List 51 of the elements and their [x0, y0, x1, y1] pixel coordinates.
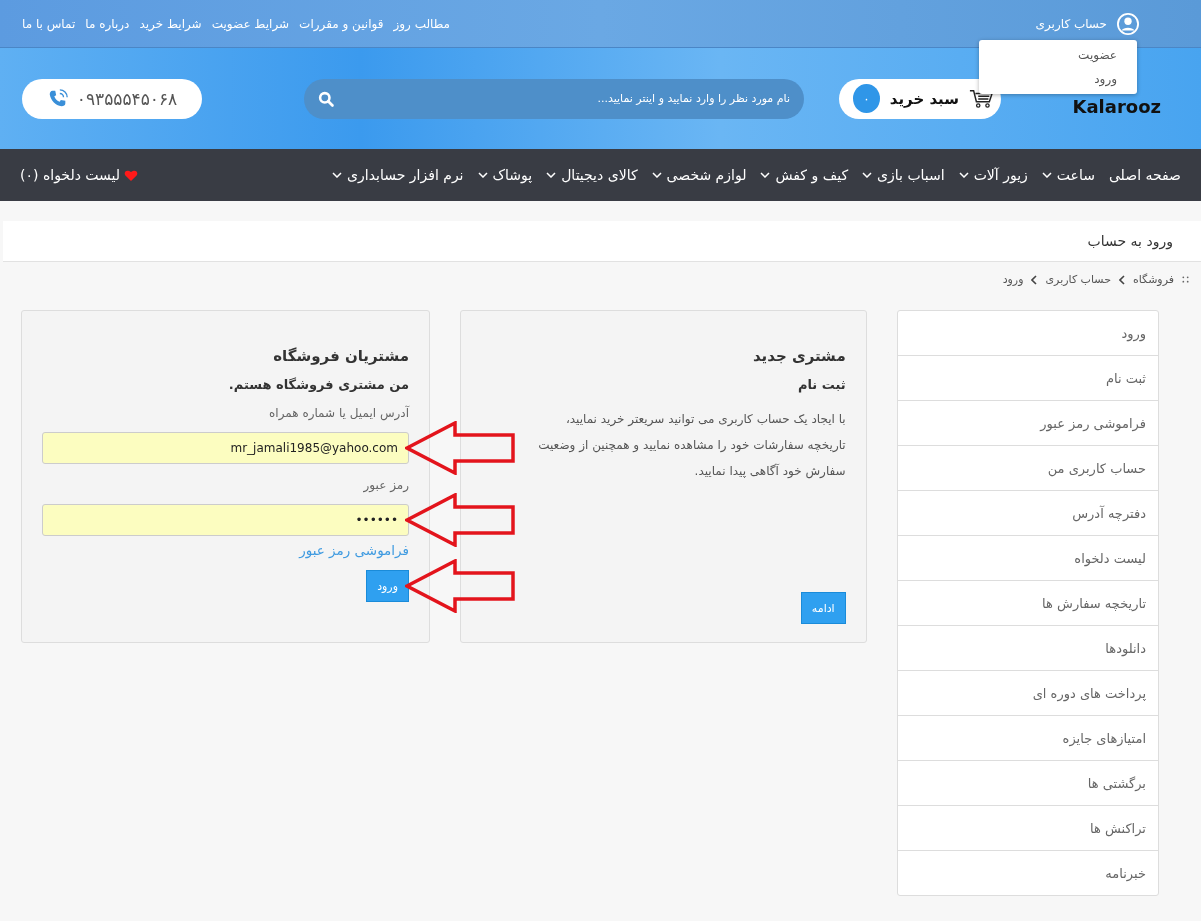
user-icon[interactable]	[1117, 12, 1139, 35]
nav-item[interactable]: زیور آلات	[958, 167, 1028, 183]
heart-icon	[124, 168, 139, 182]
nav-item[interactable]: نرم افزار حسابداری	[332, 167, 464, 183]
field-label: رمز عبور	[362, 478, 409, 492]
breadcrumb-link[interactable]: فروشگاه	[1132, 273, 1174, 286]
sidebar-item[interactable]: دفترچه آدرس	[897, 491, 1158, 536]
sidebar-item[interactable]: فراموشی رمز عبور	[897, 401, 1158, 446]
sidebar-item[interactable]: برگشتی ها	[897, 761, 1158, 806]
email-field[interactable]: mr_jamali1985@yahoo.com	[42, 432, 409, 464]
nav-item[interactable]: لوازم شخصی	[651, 167, 747, 183]
sidebar-item[interactable]: تراکنش ها	[897, 806, 1158, 851]
page-title: ورود به حساب	[1087, 233, 1173, 249]
search-field[interactable]: نام مورد نظر را وارد نمایید و اینتر نمایید...	[304, 78, 804, 119]
sidebar-item[interactable]: لیست دلخواه	[897, 536, 1158, 581]
sidebar-item[interactable]: پرداخت های دوره ای	[897, 671, 1158, 716]
phone-number: ۰۹۳۵۵۵۴۵۰۶۸	[76, 88, 178, 109]
cart-icon	[969, 87, 993, 110]
field-label: آدرس ایمیل یا شماره همراه	[268, 406, 409, 420]
dots-icon	[1182, 276, 1189, 283]
nav-item[interactable]: کالای دیجیتال	[546, 167, 638, 183]
card-subtitle: من مشتری فروشگاه هستم.	[227, 377, 409, 392]
card-text: با ایجاد یک حساب کاربری می توانید سریعتر خرید نمایید، تاریخچه سفارشات خود را مشاهده نمایید و همچنین از وضعیت سفارش خود آگاهی پیدا نمایید.	[537, 411, 846, 481]
cart-label: سبد خرید	[889, 89, 959, 108]
dropdown-item[interactable]: عضویت	[979, 43, 1137, 67]
chevron-icon	[1031, 274, 1038, 285]
sidebar-item[interactable]: ورود	[897, 311, 1158, 356]
sidebar-item[interactable]: تاریخچه سفارش ها	[897, 581, 1158, 626]
breadcrumb-link[interactable]: ورود	[1002, 273, 1024, 286]
chevron-icon	[1118, 274, 1125, 285]
cart-count: ۰	[853, 84, 880, 113]
sidebar-item[interactable]: خبرنامه	[897, 851, 1158, 895]
logo[interactable]: Kalarooz	[1036, 96, 1161, 117]
card-title: مشتری جدید	[751, 347, 846, 365]
card-title: مشتریان فروشگاه	[272, 347, 409, 365]
nav-item[interactable]: صفحه اصلی	[1108, 167, 1181, 183]
search-icon[interactable]	[318, 90, 335, 108]
sidebar-item[interactable]: ثبت نام	[897, 356, 1158, 401]
password-field[interactable]: ••••••	[42, 504, 409, 536]
nav-item[interactable]: اسباب بازی	[862, 167, 945, 183]
nav-item[interactable]: کیف و کفش	[760, 167, 849, 183]
nav-item[interactable]: پوشاک	[477, 167, 533, 183]
card-subtitle: ثبت نام	[796, 377, 846, 392]
nav-item[interactable]: ساعت	[1041, 167, 1095, 183]
sidebar-item[interactable]: دانلودها	[897, 626, 1158, 671]
phone-button[interactable]: ۰۹۳۵۵۵۴۵۰۶۸	[22, 78, 202, 119]
breadcrumb-link[interactable]: حساب کاربری	[1045, 273, 1111, 286]
cart-button[interactable]: سبد خرید ۰	[839, 78, 1001, 119]
wishlist-link[interactable]: لیست دلخواه (۰)	[20, 167, 121, 183]
sidebar-item[interactable]: امتیازهای جایزه	[897, 716, 1158, 761]
sidebar-item[interactable]: حساب کاربری من	[897, 446, 1158, 491]
